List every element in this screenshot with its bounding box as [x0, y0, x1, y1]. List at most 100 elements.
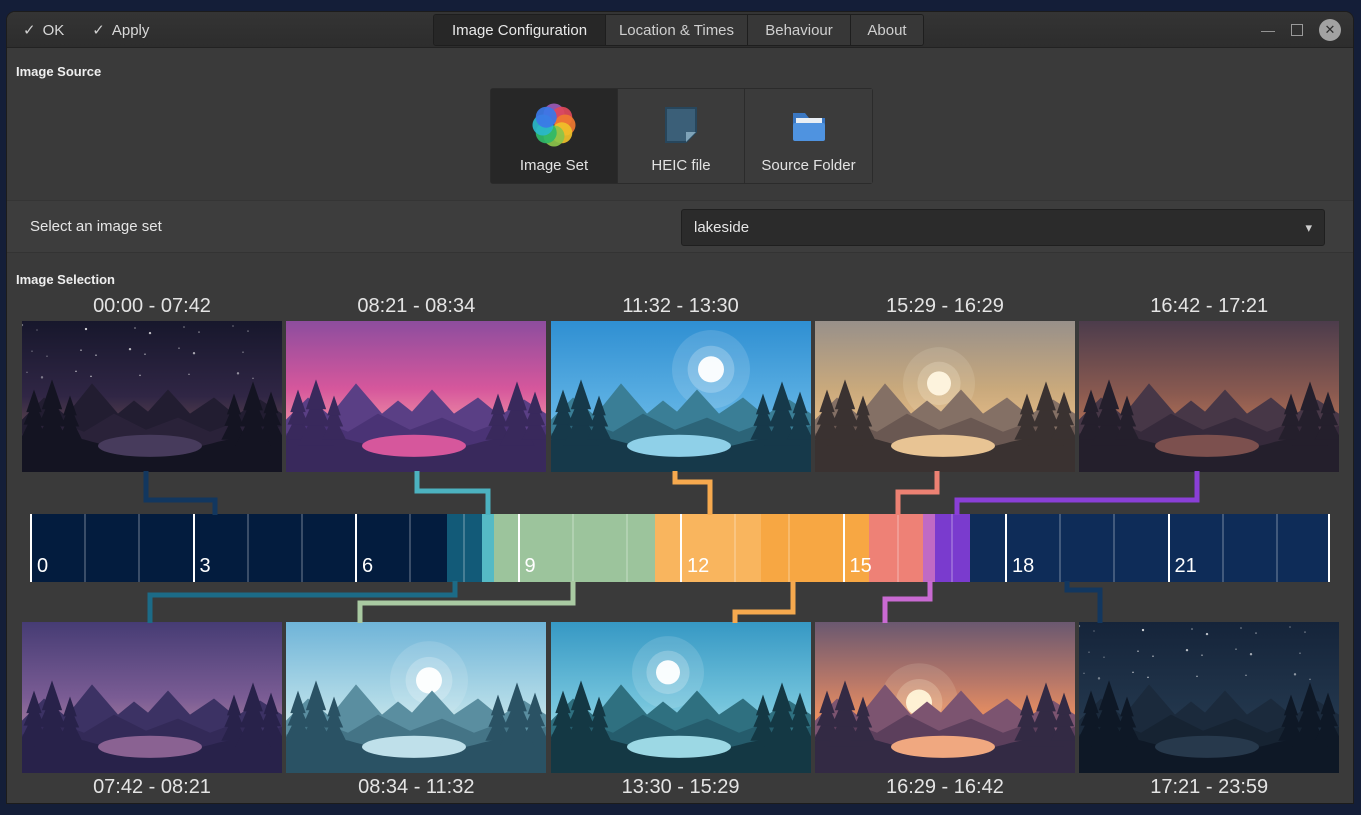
connector-line [898, 471, 937, 515]
timeline-major-tick [843, 514, 845, 582]
bottom-time-label: 13:30 - 15:29 [551, 775, 811, 799]
titlebar-actions: ✓ OK ✓ Apply [23, 12, 149, 48]
timeline-segment [923, 514, 935, 582]
close-button[interactable]: ✕ [1319, 19, 1341, 41]
timeline-hour-number: 15 [850, 555, 872, 578]
connector-line [417, 471, 488, 515]
timeline-hour-tick [247, 514, 249, 582]
image-set-label: Image Set [520, 157, 588, 174]
bottom-thumbnail[interactable] [286, 622, 546, 773]
chevron-down-icon: ▾ [1305, 220, 1312, 236]
folder-icon [785, 101, 833, 149]
window-controls: — ✕ [1261, 12, 1341, 48]
bottom-thumbnail[interactable] [22, 622, 282, 773]
connector-line [1067, 581, 1100, 623]
timeline-hour-tick [1113, 514, 1115, 582]
timeline-hour-tick [788, 514, 790, 582]
timeline-hour-number: 6 [362, 555, 373, 578]
image-set-row: Select an image set lakeside ▾ [7, 200, 1353, 253]
image-source-heading: Image Source [16, 64, 101, 79]
timeline-hour-number: 18 [1012, 555, 1034, 578]
source-type-group: Image Set HEIC file [490, 88, 873, 184]
titlebar: ✓ OK ✓ Apply Image Configuration Locatio… [7, 12, 1353, 48]
top-time-label: 16:42 - 17:21 [1079, 294, 1339, 318]
timeline-hour-number: 3 [200, 555, 211, 578]
desktop: ✓ OK ✓ Apply Image Configuration Locatio… [0, 0, 1361, 815]
bottom-time-label: 17:21 - 23:59 [1079, 775, 1339, 799]
timeline-hour-tick [301, 514, 303, 582]
image-set-dropdown[interactable]: lakeside ▾ [681, 209, 1325, 246]
timeline-hour-tick [572, 514, 574, 582]
app-window: ✓ OK ✓ Apply Image Configuration Locatio… [7, 12, 1353, 803]
connector-line [957, 471, 1197, 515]
timeline-segment [869, 514, 923, 582]
timeline-hour-tick [626, 514, 628, 582]
tab-behaviour[interactable]: Behaviour [748, 15, 851, 45]
timeline-hour-tick [84, 514, 86, 582]
timeline-major-tick [355, 514, 357, 582]
top-time-label: 15:29 - 16:29 [815, 294, 1075, 318]
top-thumbnail[interactable] [22, 321, 282, 472]
bottom-time-label: 16:29 - 16:42 [815, 775, 1075, 799]
timeline-hour-tick [897, 514, 899, 582]
day-timeline: 0 3 6 9 12 15 18 21 [30, 514, 1330, 582]
connector-line [150, 581, 455, 623]
image-set-button[interactable]: Image Set [491, 89, 618, 183]
timeline-hour-number: 9 [525, 555, 536, 578]
ok-button[interactable]: ✓ OK [23, 21, 64, 39]
select-set-label: Select an image set [30, 201, 162, 252]
timeline-hour-number: 12 [687, 555, 709, 578]
heic-file-button[interactable]: HEIC file [618, 89, 745, 183]
timeline-major-tick [518, 514, 520, 582]
timeline-segment [30, 514, 447, 582]
heic-file-label: HEIC file [651, 157, 710, 174]
top-thumbnail[interactable] [1079, 321, 1339, 472]
selected-set-value: lakeside [694, 219, 749, 236]
timeline-major-tick [1005, 514, 1007, 582]
connector-line [885, 581, 930, 623]
top-time-label: 00:00 - 07:42 [22, 294, 282, 318]
image-selection-heading: Image Selection [16, 272, 115, 287]
apply-button-label: Apply [112, 22, 150, 39]
top-thumbnail[interactable] [551, 321, 811, 472]
check-icon: ✓ [23, 21, 36, 39]
maximize-button[interactable] [1291, 24, 1303, 36]
timeline-segment [482, 514, 494, 582]
timeline-end-tick [1328, 514, 1330, 582]
tab-location-times[interactable]: Location & Times [606, 15, 748, 45]
apply-button[interactable]: ✓ Apply [92, 21, 149, 39]
timeline-major-tick [680, 514, 682, 582]
top-thumbnail[interactable] [286, 321, 546, 472]
timeline-hour-number: 0 [37, 555, 48, 578]
timeline-hour-tick [1059, 514, 1061, 582]
timeline-major-tick [30, 514, 32, 582]
heic-document-icon [657, 101, 705, 149]
connector-line [675, 471, 710, 515]
timeline-hour-tick [409, 514, 411, 582]
timeline-hour-tick [1276, 514, 1278, 582]
tab-about[interactable]: About [851, 15, 923, 45]
timeline-hour-tick [1222, 514, 1224, 582]
source-folder-button[interactable]: Source Folder [745, 89, 872, 183]
bottom-time-label: 07:42 - 08:21 [22, 775, 282, 799]
bottom-thumbnail[interactable] [1079, 622, 1339, 773]
source-folder-label: Source Folder [761, 157, 855, 174]
timeline-major-tick [1168, 514, 1170, 582]
top-thumbnail[interactable] [815, 321, 1075, 472]
connector-line [360, 581, 573, 623]
color-wheel-icon [530, 101, 578, 149]
bottom-time-label: 08:34 - 11:32 [286, 775, 546, 799]
bottom-thumbnail[interactable] [815, 622, 1075, 773]
timeline-hour-number: 21 [1175, 555, 1197, 578]
timeline-hour-tick [734, 514, 736, 582]
check-icon: ✓ [92, 21, 105, 39]
bottom-thumbnail[interactable] [551, 622, 811, 773]
minimize-button[interactable]: — [1261, 25, 1275, 35]
top-time-label: 08:21 - 08:34 [286, 294, 546, 318]
timeline-major-tick [193, 514, 195, 582]
ok-button-label: OK [43, 22, 65, 39]
top-time-label: 11:32 - 13:30 [551, 294, 811, 318]
tab-image-configuration[interactable]: Image Configuration [434, 15, 606, 45]
timeline-hour-tick [463, 514, 465, 582]
timeline-hour-tick [138, 514, 140, 582]
